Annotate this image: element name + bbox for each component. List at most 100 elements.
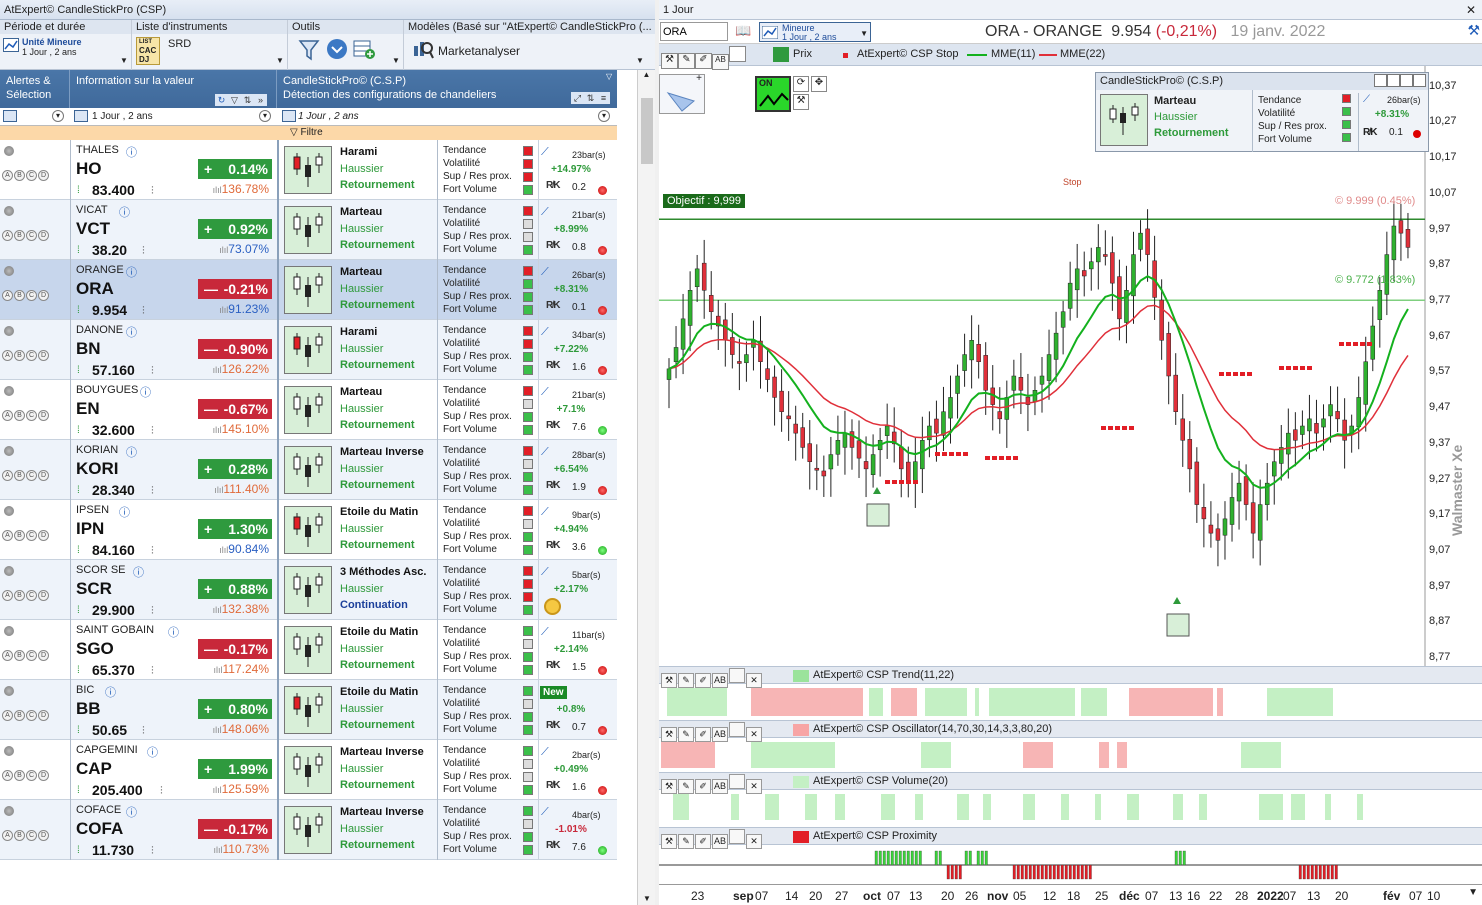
instrument-name[interactable]: IPSEN xyxy=(76,504,109,516)
csp-sort-icon[interactable]: ⇅ xyxy=(584,92,597,104)
on-toggle[interactable]: ON xyxy=(755,76,791,112)
osc-tool-window-icon[interactable] xyxy=(729,722,745,737)
trend-panel-label[interactable]: AtExpert© CSP Trend(11,22) xyxy=(813,669,954,681)
csp-dropdown-icon[interactable]: ▾ xyxy=(598,110,610,122)
alert-c-icon[interactable]: C xyxy=(26,830,37,841)
candle-pattern-image[interactable] xyxy=(284,386,332,434)
left-scrollbar[interactable]: ▲ ▼ xyxy=(637,70,655,905)
book-icon[interactable]: 📖 xyxy=(735,23,753,40)
chart-close-icon[interactable]: ✕ xyxy=(1466,0,1476,20)
instrument-row[interactable]: A B C D SAINT GOBAIN ⓘ SGO ⁞ 65.370 ⫶ — -0.17% ılıl1… xyxy=(0,620,617,680)
models-dropdown-icon[interactable]: ▼ xyxy=(636,56,644,65)
alert-d-icon[interactable]: D xyxy=(38,710,49,721)
instrument-row[interactable]: A B C D KORIAN ⓘ KORI ⁞ 28.340 ⫶ +0.28% ılıl111.40%… xyxy=(0,440,617,500)
col-csp-header[interactable]: CandleStickPro© (C.S.P) Détection des co… xyxy=(277,70,617,108)
instrument-row[interactable]: A B C D IPSEN ⓘ IPN ⁞ 84.160 ⫶ +1.30% ılıl90.84% Eto… xyxy=(0,500,617,560)
instrument-row[interactable]: A B C D ORANGE ⓘ ORA ⁞ 9.954 ⫶ — -0.21% ılıl91.23% Ma… xyxy=(0,260,617,320)
alert-b-icon[interactable]: B xyxy=(14,830,25,841)
alert-c-icon[interactable]: C xyxy=(26,530,37,541)
vol-tool-window-icon[interactable] xyxy=(729,774,745,789)
instrument-row[interactable]: A B C D THALES ⓘ HO ⁞ 83.400 ⫶ +0.14% ılıl136.78% Ha… xyxy=(0,140,617,200)
info-icon[interactable]: ⓘ xyxy=(126,444,137,460)
instrument-ticker[interactable]: CAP xyxy=(76,759,112,779)
instrument-ticker[interactable]: ORA xyxy=(76,279,114,299)
alert-b-icon[interactable]: B xyxy=(14,590,25,601)
alert-status-dot[interactable] xyxy=(4,446,14,456)
alert-a-icon[interactable]: A xyxy=(2,230,13,241)
proximity-panel[interactable] xyxy=(659,845,1482,884)
instrument-row[interactable]: A B C D BOUYGUES ⓘ EN ⁞ 32.600 ⫶ — -0.67% ılıl145.10… xyxy=(0,380,617,440)
oscillator-panel[interactable] xyxy=(659,738,1482,772)
alert-a-icon[interactable]: A xyxy=(2,290,13,301)
instrument-name[interactable]: SAINT GOBAIN xyxy=(76,624,154,636)
list-extra-srd[interactable]: SRD xyxy=(168,38,191,50)
instrument-row[interactable]: A B C D SCOR SE ⓘ SCR ⁞ 29.900 ⫶ +0.88% ılıl132.38%… xyxy=(0,560,617,620)
csp-period[interactable]: 1 Jour , 2 ans xyxy=(298,111,359,122)
info-box-sort-icon[interactable] xyxy=(1387,74,1400,87)
alert-d-icon[interactable]: D xyxy=(38,170,49,181)
alert-c-icon[interactable]: C xyxy=(26,290,37,301)
alert-a-icon[interactable]: A xyxy=(2,770,13,781)
instrument-dropdown-icon[interactable]: ▼ xyxy=(276,56,284,65)
candle-pattern-image[interactable] xyxy=(284,626,332,674)
alert-status-dot[interactable] xyxy=(4,206,14,216)
market-analyser-icon[interactable] xyxy=(412,38,434,60)
list-item-cac[interactable]: CAC xyxy=(139,46,159,55)
info-box-grid-icon[interactable] xyxy=(1400,74,1413,87)
window-tool-icon[interactable] xyxy=(729,46,746,62)
period-unit[interactable]: Unité Mineure xyxy=(22,37,82,47)
alert-b-icon[interactable]: B xyxy=(14,710,25,721)
alert-status-dot[interactable] xyxy=(4,566,14,576)
x-scroll-icon[interactable]: ▼ xyxy=(1468,887,1478,898)
alert-b-icon[interactable]: B xyxy=(14,770,25,781)
price-chart-svg[interactable] xyxy=(659,66,1482,666)
alert-b-icon[interactable]: B xyxy=(14,410,25,421)
alert-b-icon[interactable]: B xyxy=(14,530,25,541)
alert-d-icon[interactable]: D xyxy=(38,650,49,661)
alert-d-icon[interactable]: D xyxy=(38,290,49,301)
trend-panel[interactable] xyxy=(659,684,1482,722)
instrument-row[interactable]: A B C D DANONE ⓘ BN ⁞ 57.160 ⫶ — -0.90% ılıl126.22% H… xyxy=(0,320,617,380)
info-icon[interactable]: ⓘ xyxy=(119,504,130,520)
instrument-ticker[interactable]: IPN xyxy=(76,519,104,539)
tools-dropdown-icon[interactable]: ▼ xyxy=(392,56,400,65)
candle-pattern-image[interactable] xyxy=(284,326,332,374)
alert-c-icon[interactable]: C xyxy=(26,590,37,601)
add-column-icon[interactable] xyxy=(352,38,376,60)
alert-c-icon[interactable]: C xyxy=(26,410,37,421)
candle-pattern-image[interactable] xyxy=(284,446,332,494)
period-selector[interactable]: Mineure 1 Jour , 2 ans ▼ xyxy=(759,22,871,42)
alerts-calendar-icon[interactable] xyxy=(3,110,17,122)
info-period[interactable]: 1 Jour , 2 ans xyxy=(92,111,153,122)
wrench-icon[interactable]: ⚒ xyxy=(793,94,809,110)
prox-panel-label[interactable]: AtExpert© CSP Proximity xyxy=(813,830,937,842)
info-icon[interactable]: ⓘ xyxy=(147,744,158,760)
candle-pattern-image[interactable] xyxy=(284,746,332,794)
refresh-icon[interactable]: ↻ xyxy=(215,94,228,106)
alert-a-icon[interactable]: A xyxy=(2,410,13,421)
alert-status-dot[interactable] xyxy=(4,806,14,816)
alert-status-dot[interactable] xyxy=(4,746,14,756)
instrument-ticker[interactable]: EN xyxy=(76,399,100,419)
alert-c-icon[interactable]: C xyxy=(26,650,37,661)
info-icon[interactable]: ⓘ xyxy=(168,624,179,640)
info-dropdown-icon[interactable]: ▾ xyxy=(259,110,271,122)
alert-status-dot[interactable] xyxy=(4,326,14,336)
osc-panel-label[interactable]: AtExpert© CSP Oscillator(14,70,30,14,3,3… xyxy=(813,723,1052,735)
symbol-input[interactable] xyxy=(660,22,728,41)
legend-mme22[interactable]: MME(22) xyxy=(1060,48,1105,60)
sort-icon[interactable]: ⇅ xyxy=(241,94,254,106)
alert-a-icon[interactable]: A xyxy=(2,590,13,601)
alert-c-icon[interactable]: C xyxy=(26,350,37,361)
candle-pattern-image[interactable] xyxy=(284,266,332,314)
alert-c-icon[interactable]: C xyxy=(26,470,37,481)
candle-pattern-image[interactable] xyxy=(284,146,332,194)
legend-csp-stop[interactable]: AtExpert© CSP Stop xyxy=(857,48,958,60)
move-icon[interactable]: ✥ xyxy=(811,76,827,92)
alert-c-icon[interactable]: C xyxy=(26,170,37,181)
instrument-name[interactable]: KORIAN xyxy=(76,444,118,456)
draw-palette[interactable]: + xyxy=(659,73,705,114)
instrument-ticker[interactable]: COFA xyxy=(76,819,123,839)
sort-down-icon[interactable] xyxy=(326,38,348,60)
info-icon[interactable]: ⓘ xyxy=(105,684,116,700)
